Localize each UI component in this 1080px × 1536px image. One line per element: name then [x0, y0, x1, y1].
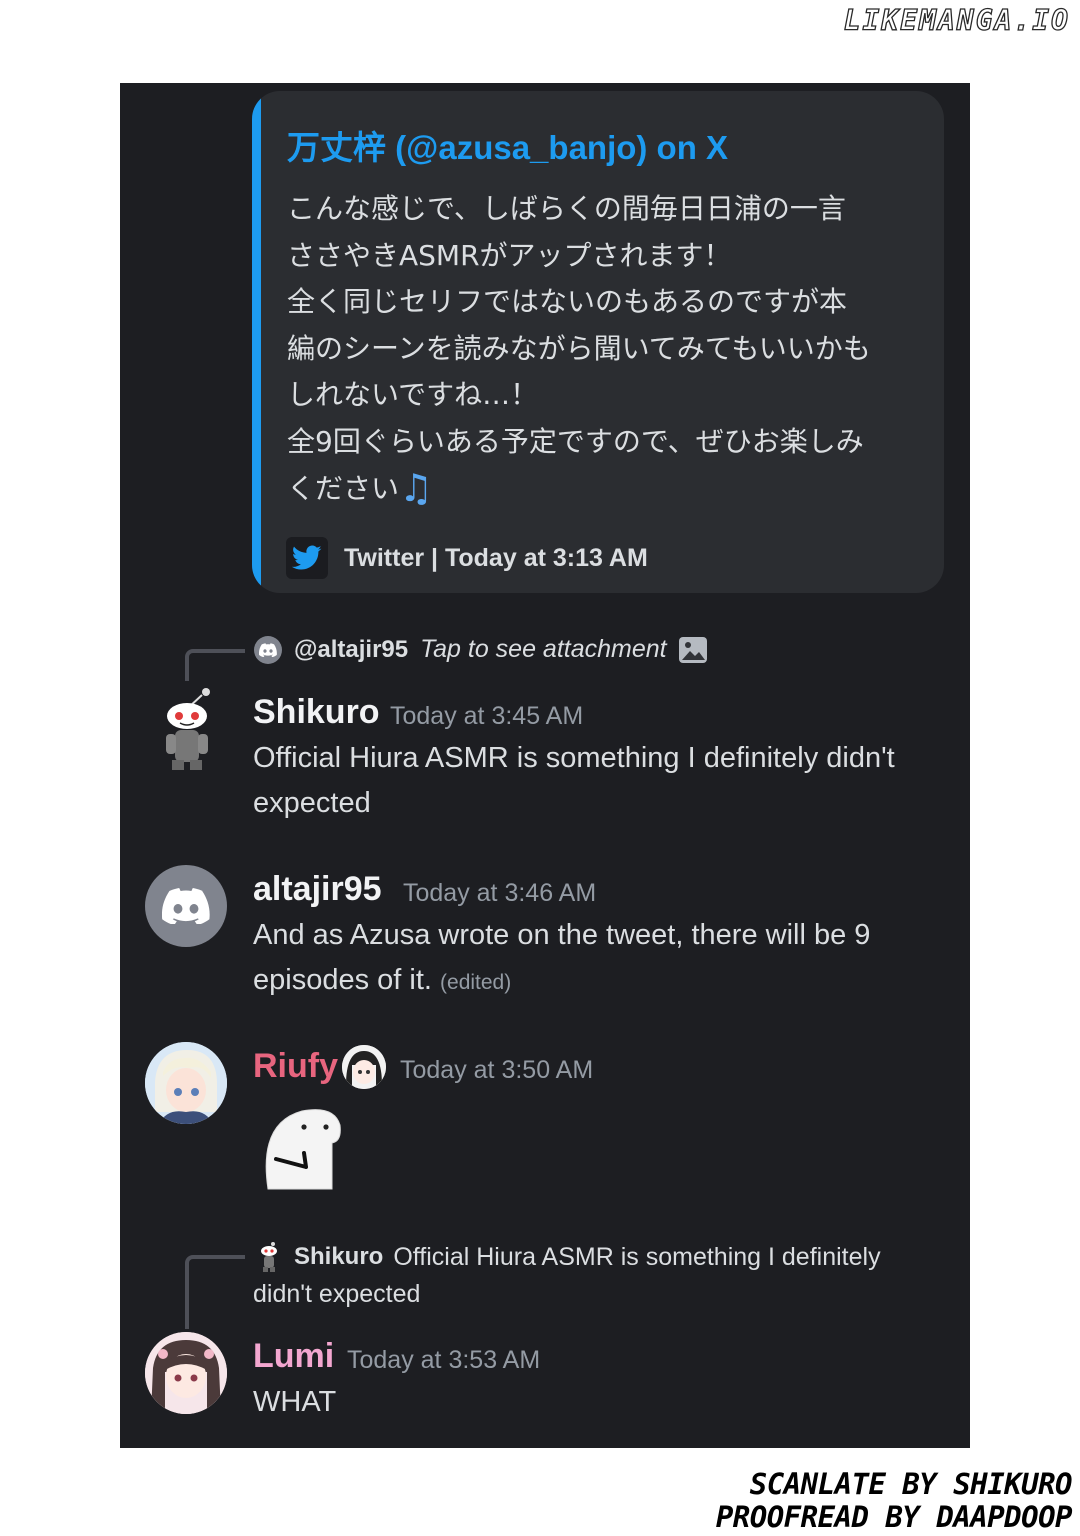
- reply-text[interactable]: Official Hiura ASMR is something I defin…: [393, 1243, 880, 1272]
- reply-avatar-icon: [258, 1241, 280, 1273]
- altajir95-avatar[interactable]: [145, 865, 227, 947]
- embed-line: しれないですね…！: [287, 378, 539, 411]
- reply-preview[interactable]: Shikuro Official Hiura ASMR is something…: [258, 1241, 881, 1273]
- lumi-avatar[interactable]: [145, 1332, 227, 1414]
- message-line: And as Azusa wrote on the tweet, there w…: [253, 919, 871, 951]
- message-content: WHAT: [253, 1386, 337, 1418]
- riufy-avatar[interactable]: [145, 1042, 227, 1124]
- image-icon: [678, 636, 707, 663]
- embed-line: 全9回ぐらいある予定ですので、ぜひお楽しみ: [287, 424, 864, 458]
- tweet-embed[interactable]: 万丈梓 (@azusa_banjo) on X こんな感じで、しばらくの間毎日日…: [252, 91, 944, 593]
- music-note-icon: ♫: [399, 466, 434, 510]
- reply-text-continued[interactable]: didn't expected: [253, 1280, 420, 1309]
- credit-line: SCANLATE BY SHIKURO: [749, 1467, 1073, 1501]
- message-timestamp: Today at 3:46 AM: [403, 879, 597, 907]
- message-timestamp: Today at 3:50 AM: [400, 1056, 594, 1084]
- message-line: episodes of it.: [253, 964, 432, 996]
- embed-accent-bar: [252, 91, 261, 593]
- watermark: LIKEMANGA.IO: [843, 3, 1070, 37]
- reply-connector: [185, 1255, 245, 1329]
- blob-sticker[interactable]: [256, 1103, 346, 1198]
- edited-label: (edited): [440, 971, 512, 994]
- message-timestamp: Today at 3:53 AM: [347, 1346, 541, 1374]
- chat-panel: 万丈梓 (@azusa_banjo) on X こんな感じで、しばらくの間毎日日…: [120, 83, 970, 1448]
- message-line-last: episodes of it. (edited): [253, 958, 870, 1005]
- message-author[interactable]: Lumi: [253, 1337, 334, 1376]
- reply-attachment-text[interactable]: Tap to see attachment: [420, 635, 666, 664]
- shikuro-avatar[interactable]: [144, 686, 230, 776]
- credits: SCANLATE BY SHIKURO PROOFREAD BY DAAPDOO…: [715, 1467, 1073, 1534]
- embed-line: ささやきASMRがアップされます！: [287, 238, 732, 272]
- twitter-bird-icon: [286, 537, 328, 579]
- reply-author[interactable]: Shikuro: [294, 1243, 383, 1271]
- message-author[interactable]: Riufy: [253, 1047, 338, 1086]
- embed-author[interactable]: 万丈梓 (@azusa_banjo) on X: [287, 121, 728, 169]
- embed-line: ください: [287, 472, 400, 505]
- embed-footer: Twitter | Today at 3:13 AM: [286, 536, 648, 580]
- message-timestamp: Today at 3:45 AM: [390, 702, 584, 730]
- message-content: And as Azusa wrote on the tweet, there w…: [253, 913, 870, 1005]
- embed-line: こんな感じで、しばらくの間毎日日浦の一言: [287, 192, 846, 225]
- credit-line: PROOFREAD BY DAAPDOOP: [715, 1500, 1073, 1534]
- embed-line: 編のシーンを読みながら聞いてみてもいいかも: [287, 331, 871, 365]
- message-line: expected: [253, 787, 371, 819]
- discord-logo-icon: [162, 888, 210, 924]
- reply-author[interactable]: @altajir95: [294, 636, 408, 664]
- message-line: Official Hiura ASMR is something I defin…: [253, 742, 895, 774]
- embed-description: こんな感じで、しばらくの間毎日日浦の一言 ささやきASMRがアップされます！ 全…: [287, 186, 927, 513]
- embed-line-last: ください♫: [287, 465, 927, 513]
- embed-footer-text: Twitter | Today at 3:13 AM: [344, 543, 648, 572]
- embed-line: 全く同じセリフではないのもあるのですが本: [287, 285, 848, 318]
- discord-avatar-icon: [254, 635, 282, 664]
- message-author[interactable]: Shikuro: [253, 693, 380, 732]
- reply-preview[interactable]: @altajir95 Tap to see attachment: [254, 635, 707, 664]
- message-content: Official Hiura ASMR is something I defin…: [253, 736, 895, 826]
- server-badge-icon: [342, 1045, 386, 1089]
- message-author[interactable]: altajir95: [253, 870, 382, 909]
- reply-connector: [185, 649, 245, 681]
